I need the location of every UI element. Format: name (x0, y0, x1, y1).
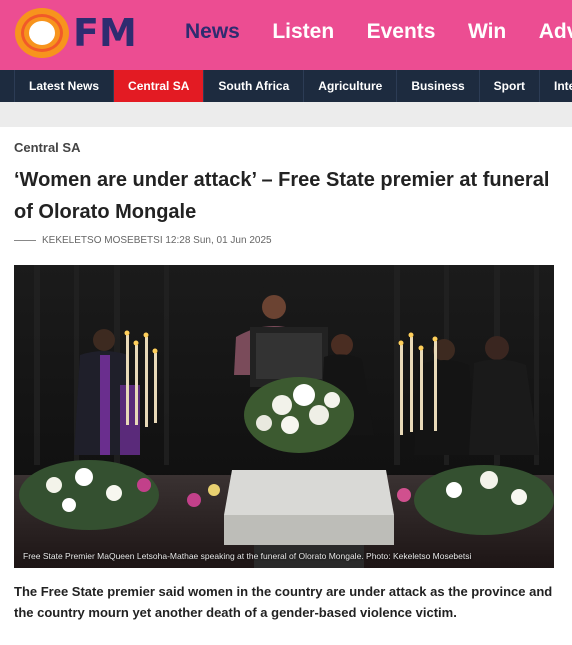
tab-sport[interactable]: Sport (478, 70, 539, 102)
photo-caption: Free State Premier MaQueen Letsoha-Matha… (23, 551, 472, 561)
logo-text: FM (73, 11, 137, 55)
site-header: FM News Listen Events Win Adve (0, 0, 572, 70)
article-section[interactable]: Central SA (14, 140, 80, 155)
tab-central-sa[interactable]: Central SA (113, 70, 204, 102)
nav-events[interactable]: Events (367, 20, 436, 44)
article-lede: The Free State premier said women in the… (14, 584, 553, 620)
nav-advertise[interactable]: Adve (539, 20, 572, 44)
byline-dash (14, 239, 36, 241)
tab-latest-news[interactable]: Latest News (14, 70, 113, 102)
tab-south-africa[interactable]: South Africa (203, 70, 303, 102)
nav-listen[interactable]: Listen (272, 20, 334, 44)
article-headline: ‘Women are under attack’ – Free State pr… (14, 169, 550, 223)
byline-text: KEKELETSO MOSEBETSI 12:28 Sun, 01 Jun 20… (42, 235, 272, 246)
main-nav: News Listen Events Win Adve (185, 20, 572, 52)
logo-o-mark (15, 8, 69, 58)
article-byline: KEKELETSO MOSEBETSI 12:28 Sun, 01 Jun 20… (14, 235, 272, 246)
nav-win[interactable]: Win (468, 20, 506, 44)
article-card: Central SA ‘Women are under attack’ – Fr… (0, 127, 572, 645)
ofm-logo[interactable]: FM (15, 8, 137, 58)
tab-international[interactable]: Interna (539, 70, 572, 102)
funeral-scene-illustration (14, 265, 554, 568)
tab-agriculture[interactable]: Agriculture (303, 70, 396, 102)
article-photo[interactable]: Free State Premier MaQueen Letsoha-Matha… (14, 265, 554, 568)
category-nav: Latest News Central SA South Africa Agricul… (0, 70, 572, 102)
nav-news[interactable]: News (185, 20, 240, 44)
tab-business[interactable]: Business (396, 70, 478, 102)
